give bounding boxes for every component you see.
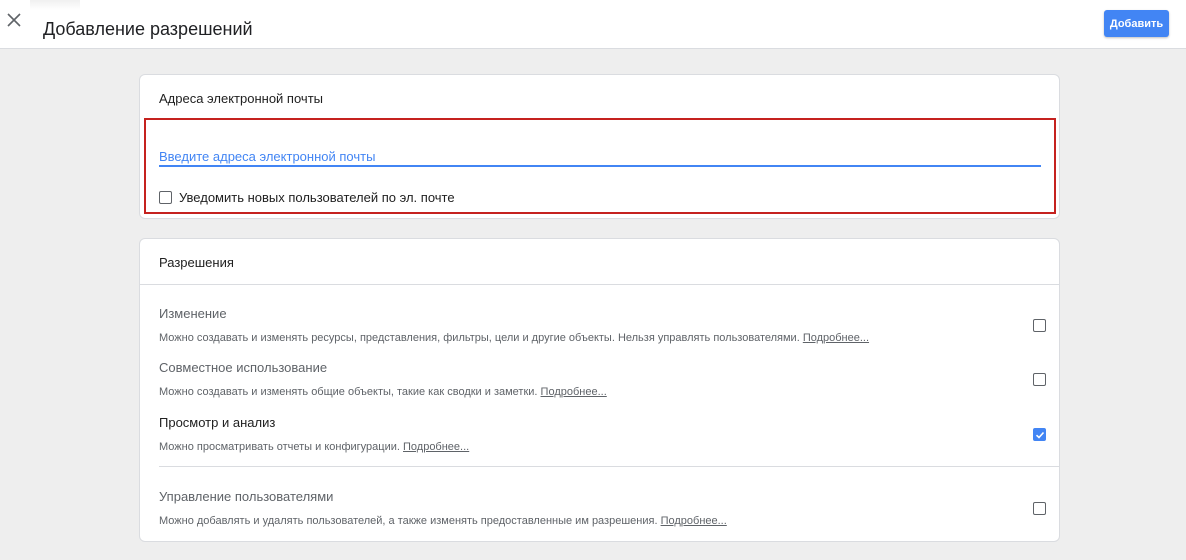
permission-description: Можно создавать и изменять ресурсы, пред…: [159, 331, 1039, 345]
permission-checkbox-share[interactable]: [1033, 373, 1046, 386]
learn-more-link[interactable]: Подробнее...: [803, 332, 869, 344]
permission-checkbox-manage-users[interactable]: [1033, 502, 1046, 515]
permission-item-view: Просмотр и анализ Можно просматривать от…: [159, 415, 1046, 454]
permission-description-text: Можно создавать и изменять ресурсы, пред…: [159, 332, 800, 344]
permissions-divider: [159, 466, 1059, 467]
permissions-header-divider: [140, 284, 1059, 285]
permission-name: Изменение: [159, 306, 227, 321]
permission-checkbox-edit[interactable]: [1033, 319, 1046, 332]
permission-description: Можно просматривать отчеты и конфигураци…: [159, 440, 1039, 454]
close-button[interactable]: [4, 12, 24, 32]
permission-description: Можно создавать и изменять общие объекты…: [159, 385, 1039, 399]
permissions-card-title: Разрешения: [159, 255, 234, 270]
permission-item-edit: Изменение Можно создавать и изменять рес…: [159, 306, 1046, 345]
permission-name: Управление пользователями: [159, 489, 334, 504]
learn-more-link[interactable]: Подробнее...: [541, 386, 607, 398]
permission-item-share: Совместное использование Можно создавать…: [159, 360, 1046, 399]
email-card: Адреса электронной почты Уведомить новых…: [139, 74, 1060, 219]
notify-row[interactable]: Уведомить новых пользователей по эл. поч…: [159, 190, 455, 205]
permissions-card: Разрешения Изменение Можно создавать и и…: [139, 238, 1060, 542]
permission-description-text: Можно создавать и изменять общие объекты…: [159, 386, 538, 398]
top-bar: Добавление разрешений Добавить: [0, 0, 1186, 49]
email-card-title: Адреса электронной почты: [159, 91, 323, 106]
learn-more-link[interactable]: Подробнее...: [661, 515, 727, 527]
logo-area: [30, 0, 80, 10]
page-title: Добавление разрешений: [43, 19, 253, 39]
permission-description-text: Можно добавлять и удалять пользователей,…: [159, 515, 658, 527]
notify-checkbox[interactable]: [159, 191, 172, 204]
permission-description-text: Можно просматривать отчеты и конфигураци…: [159, 441, 400, 453]
add-button[interactable]: Добавить: [1104, 10, 1169, 37]
permission-item-manage-users: Управление пользователями Можно добавлят…: [159, 489, 1046, 528]
permission-checkbox-view[interactable]: [1033, 428, 1046, 441]
permission-description: Можно добавлять и удалять пользователей,…: [159, 514, 1039, 528]
email-input[interactable]: [159, 147, 1041, 167]
permission-name: Совместное использование: [159, 360, 328, 375]
checkmark-icon: [1035, 431, 1044, 439]
learn-more-link[interactable]: Подробнее...: [403, 441, 469, 453]
notify-label: Уведомить новых пользователей по эл. поч…: [179, 190, 455, 205]
permission-name: Просмотр и анализ: [159, 415, 276, 430]
close-icon: [7, 12, 21, 32]
